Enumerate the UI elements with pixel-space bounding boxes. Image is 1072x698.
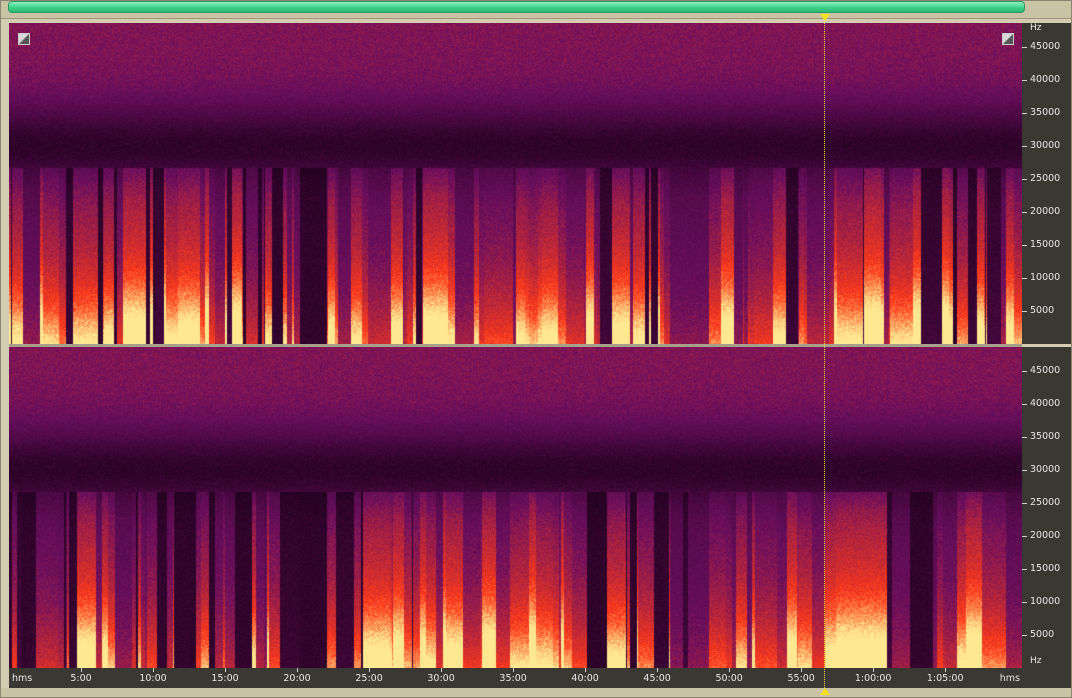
time-tick-label: 20:00: [283, 673, 311, 684]
time-tick-label: 25:00: [355, 673, 383, 684]
time-tick-label: 15:00: [211, 673, 239, 684]
time-tick-label: 5:00: [70, 673, 92, 684]
bottom-bar: [0, 688, 1072, 698]
time-tick-mark: [873, 668, 875, 672]
frequency-tick-mark: [1022, 112, 1027, 114]
frequency-tick-label: 30000: [1030, 463, 1061, 475]
frequency-tick-mark: [1022, 601, 1027, 603]
frequency-tick-label: 15000: [1030, 562, 1061, 574]
frequency-tick-mark: [1022, 370, 1027, 372]
frequency-tick-mark: [1022, 436, 1027, 438]
time-tick-mark: [801, 668, 803, 672]
frequency-tick-label: 20000: [1030, 205, 1061, 217]
time-ruler[interactable]: hms hms 5:00 10:00 15:00 20:00 25:00 30:00 35:…: [9, 668, 1022, 688]
frequency-tick-label: 45000: [1030, 364, 1061, 376]
time-tick-mark: [225, 668, 227, 672]
frequency-tick-mark: [1022, 145, 1027, 147]
axis-corner: [1022, 668, 1072, 688]
frequency-tick-mark: [1022, 634, 1027, 636]
time-tick-mark: [945, 668, 947, 672]
frequency-tick-mark: [1022, 178, 1027, 180]
time-tick-mark: [657, 668, 659, 672]
frequency-tick-mark: [1022, 79, 1027, 81]
spectrogram-canvas-1: [9, 23, 1022, 344]
frequency-tick-label: 30000: [1030, 139, 1061, 151]
frequency-tick-label: 25000: [1030, 172, 1061, 184]
spectrogram-canvas-2: [9, 347, 1022, 668]
frequency-tick-mark: [1022, 310, 1027, 312]
overview-scrollbar[interactable]: [8, 1, 1025, 13]
resize-corner-right-icon[interactable]: [1002, 33, 1014, 45]
frequency-tick-label: 10000: [1030, 271, 1061, 283]
playhead-marker-top-icon[interactable]: [820, 14, 830, 21]
frequency-tick-mark: [1022, 502, 1027, 504]
time-unit-left-label: hms: [12, 673, 33, 684]
time-tick-mark: [369, 668, 371, 672]
frequency-tick-mark: [1022, 46, 1027, 48]
resize-corner-left-icon[interactable]: [18, 33, 30, 45]
frequency-tick-mark: [1022, 277, 1027, 279]
frequency-tick-label: 35000: [1030, 106, 1061, 118]
time-tick-label: 40:00: [571, 673, 599, 684]
time-tick-mark: [297, 668, 299, 672]
frequency-unit-label: Hz: [1030, 23, 1042, 33]
frequency-tick-label: 15000: [1030, 238, 1061, 250]
time-tick-label: 1:05:00: [926, 673, 964, 684]
frequency-tick-label: 20000: [1030, 529, 1061, 541]
playhead-marker-bottom-icon[interactable]: [820, 688, 830, 695]
frequency-unit-label: Hz: [1030, 656, 1042, 666]
frequency-axis-channel-1: Hz 45000 40000 35000 30000 25000 20000 15000 10…: [1022, 23, 1072, 344]
frequency-tick-label: 10000: [1030, 595, 1061, 607]
time-tick-mark: [153, 668, 155, 672]
time-tick-mark: [513, 668, 515, 672]
time-tick-label: 35:00: [499, 673, 527, 684]
time-tick-mark: [585, 668, 587, 672]
frequency-tick-mark: [1022, 469, 1027, 471]
time-tick-label: 10:00: [139, 673, 167, 684]
frequency-tick-label: 5000: [1030, 628, 1055, 640]
spectrogram-channel-2[interactable]: [9, 347, 1022, 668]
time-unit-right-label: hms: [999, 673, 1020, 684]
frequency-tick-label: 35000: [1030, 430, 1061, 442]
time-tick-label: 50:00: [715, 673, 743, 684]
frequency-tick-label: 25000: [1030, 496, 1061, 508]
time-tick-label: 55:00: [787, 673, 815, 684]
time-tick-label: 1:00:00: [854, 673, 892, 684]
frequency-tick-mark: [1022, 568, 1027, 570]
time-tick-mark: [441, 668, 443, 672]
frequency-tick-mark: [1022, 211, 1027, 213]
time-tick-mark: [729, 668, 731, 672]
spectrogram-channel-1[interactable]: [9, 23, 1022, 344]
time-tick-mark: [81, 668, 82, 672]
playhead-line: [824, 18, 825, 690]
frequency-tick-label: 45000: [1030, 40, 1061, 52]
frequency-tick-mark: [1022, 244, 1027, 246]
frequency-tick-label: 5000: [1030, 304, 1055, 316]
frequency-tick-label: 40000: [1030, 397, 1061, 409]
frequency-tick-mark: [1022, 535, 1027, 537]
frequency-axis-channel-2: Hz 45000 40000 35000 30000 25000 20000 15000 10…: [1022, 347, 1072, 668]
time-tick-label: 30:00: [427, 673, 455, 684]
frequency-tick-label: 40000: [1030, 73, 1061, 85]
time-tick-label: 45:00: [643, 673, 671, 684]
frequency-tick-mark: [1022, 403, 1027, 405]
